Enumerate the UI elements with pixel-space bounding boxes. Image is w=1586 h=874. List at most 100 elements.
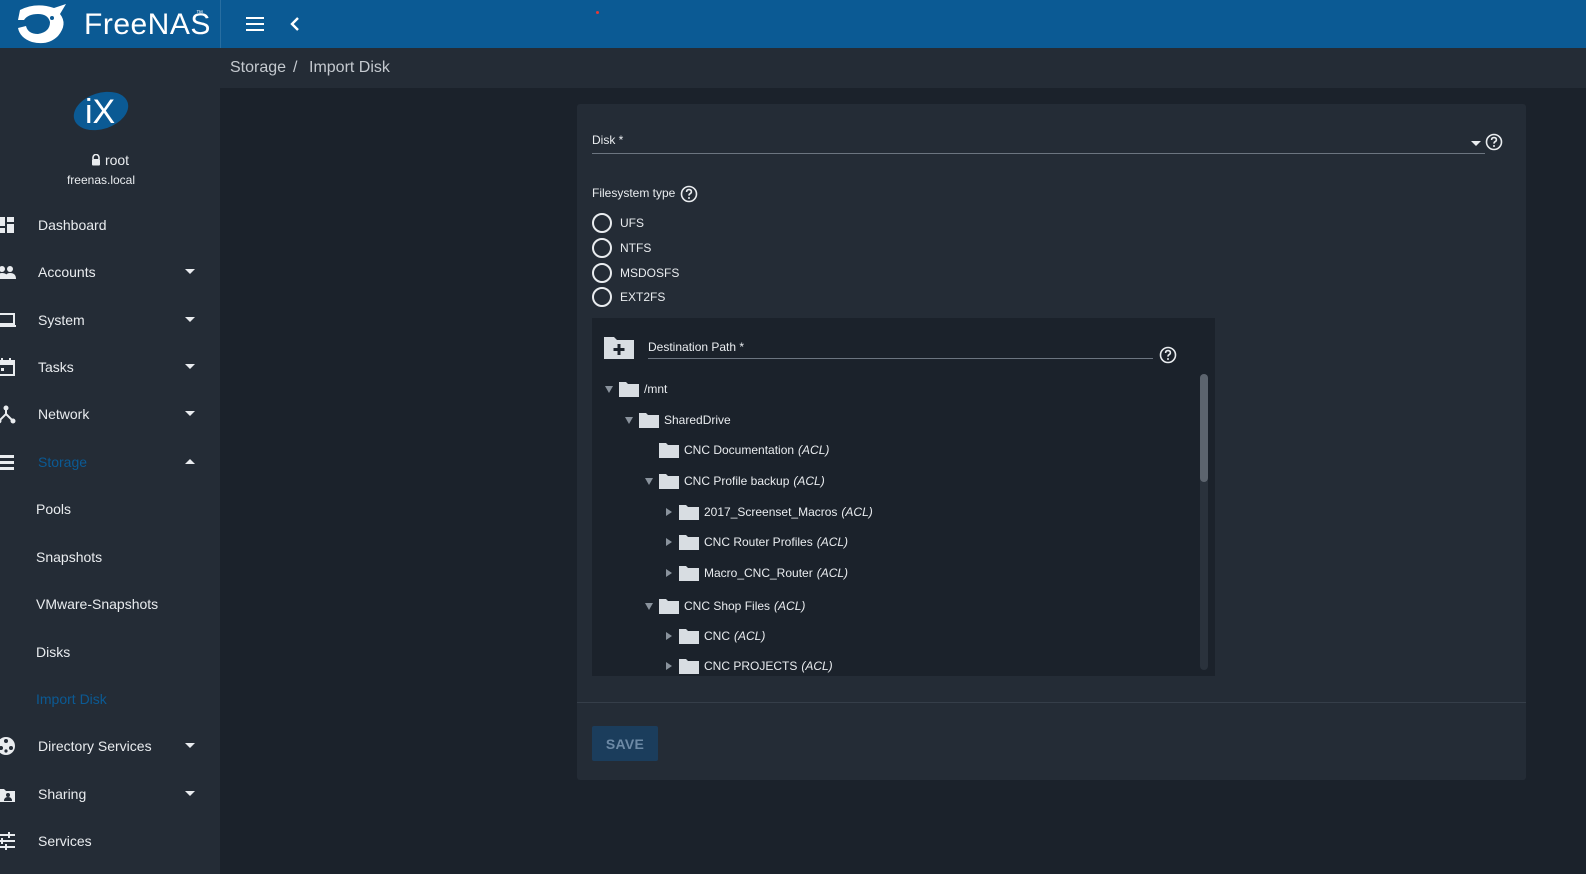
nav-import-disk-label: Import Disk (36, 691, 107, 707)
folder-icon (659, 443, 679, 458)
folder-icon (659, 474, 679, 489)
radio-circle[interactable] (592, 238, 612, 258)
disk-select[interactable] (592, 153, 1485, 154)
tree-node-name: SharedDrive (664, 413, 731, 427)
notification-dot (596, 11, 599, 14)
sliders-icon (0, 832, 15, 850)
nav-storage-label: Storage (38, 454, 88, 470)
create-folder-icon[interactable] (603, 334, 635, 360)
folder-icon (679, 566, 699, 581)
nav-system[interactable]: System (0, 300, 220, 340)
tree-node-cnc-documentation[interactable]: CNC Documentation (ACL) (645, 439, 829, 461)
help-icon[interactable] (1159, 346, 1177, 364)
radio-msdosfs[interactable]: MSDOSFS (592, 262, 679, 284)
scrollbar-thumb[interactable] (1200, 374, 1208, 482)
folder-icon (659, 599, 679, 614)
nav-import-disk[interactable]: Import Disk (0, 679, 220, 719)
radio-ext2fs[interactable]: EXT2FS (592, 286, 665, 308)
tree-scrollbar[interactable] (1200, 374, 1208, 670)
tree-node-mnt[interactable]: /mnt (605, 378, 667, 400)
destination-path-input[interactable] (648, 358, 1153, 359)
tree-node-name: CNC (704, 629, 730, 643)
chevron-down-icon (185, 364, 195, 369)
people-icon (0, 266, 16, 279)
chevron-down-icon (185, 269, 195, 274)
lock-icon (91, 154, 100, 166)
tree-node-cnc-router-profiles[interactable]: CNC Router Profiles (ACL) (665, 531, 848, 553)
freenas-logo[interactable]: FreeNAS ™ (14, 2, 210, 46)
chevron-down-icon (185, 743, 195, 748)
tree-node-2017-screenset-macros[interactable]: 2017_Screenset_Macros (ACL) (665, 501, 873, 523)
topbar-divider (220, 0, 221, 48)
nav-sharing[interactable]: Sharing (0, 774, 220, 814)
tree-node-name: CNC PROJECTS (704, 659, 798, 673)
tree-node-name: 2017_Screenset_Macros (704, 505, 838, 519)
nav-sharing-label: Sharing (38, 786, 87, 802)
ix-avatar-icon[interactable]: iX (72, 88, 130, 132)
nav-directory-services-label: Directory Services (38, 738, 152, 754)
import-disk-card: Disk * Filesystem type UFS NTFS MSDOSFS … (577, 104, 1526, 780)
nav-snapshots[interactable]: Snapshots (0, 537, 220, 577)
acl-tag: (ACL) (798, 443, 830, 457)
folder-icon (619, 382, 639, 397)
expand-toggle-icon[interactable] (605, 385, 613, 393)
network-icon (0, 405, 16, 424)
nav-services[interactable]: Services (0, 821, 220, 861)
expand-toggle-icon[interactable] (666, 508, 672, 516)
expand-toggle-icon[interactable] (645, 602, 653, 610)
tree-node-cnc-shop-files[interactable]: CNC Shop Files (ACL) (645, 595, 805, 617)
hamburger-icon (246, 17, 264, 31)
radio-circle[interactable] (592, 287, 612, 307)
storage-icon (0, 455, 14, 470)
nav-pools[interactable]: Pools (0, 489, 220, 529)
chevron-down-icon (185, 791, 195, 796)
radio-ufs[interactable]: UFS (592, 212, 644, 234)
tree-node-cnc[interactable]: CNC (ACL) (665, 625, 765, 647)
help-icon[interactable] (1485, 133, 1503, 151)
expand-toggle-icon[interactable] (666, 662, 672, 670)
app-name: FreeNAS (84, 8, 211, 41)
collapse-sidebar-button[interactable] (284, 12, 308, 36)
tree-node-cnc-profile-backup[interactable]: CNC Profile backup (ACL) (645, 470, 825, 492)
avatar-text: iX (85, 93, 115, 131)
acl-tag: (ACL) (816, 566, 849, 580)
nav-directory-services[interactable]: Directory Services (0, 726, 220, 766)
laptop-icon (0, 313, 16, 327)
radio-circle[interactable] (592, 263, 612, 283)
radio-msdosfs-label: MSDOSFS (620, 266, 680, 280)
tree-node-name: CNC Router Profiles (704, 535, 813, 549)
save-button[interactable]: SAVE (592, 726, 658, 761)
nav-storage[interactable]: Storage (0, 442, 220, 482)
breadcrumb-current: Import Disk (309, 59, 390, 76)
menu-toggle-button[interactable] (244, 12, 268, 36)
radio-ntfs-label: NTFS (620, 241, 652, 255)
nav-accounts[interactable]: Accounts (0, 252, 220, 292)
chevron-left-icon (290, 17, 299, 31)
nav-dashboard[interactable]: Dashboard (0, 205, 220, 245)
shark-logo-icon (18, 4, 66, 44)
tree-node-name: /mnt (644, 382, 668, 396)
nav-disks[interactable]: Disks (0, 632, 220, 672)
help-icon[interactable] (680, 185, 698, 203)
directory-icon (0, 737, 15, 755)
expand-toggle-icon[interactable] (666, 569, 672, 577)
user-name: root (0, 152, 220, 168)
expand-toggle-icon[interactable] (625, 416, 633, 424)
nav-tasks[interactable]: Tasks (0, 347, 220, 387)
nav-network[interactable]: Network (0, 394, 220, 434)
breadcrumb-storage[interactable]: Storage (230, 59, 286, 77)
tree-node-macro-cnc-router[interactable]: Macro_CNC_Router (ACL) (665, 562, 848, 584)
expand-toggle-icon[interactable] (666, 538, 672, 546)
radio-ntfs[interactable]: NTFS (592, 237, 651, 259)
expand-toggle-icon[interactable] (645, 477, 653, 485)
nav-vmware-snapshots[interactable]: VMware-Snapshots (0, 584, 220, 624)
tree-node-cnc-projects[interactable]: CNC PROJECTS (ACL) (665, 655, 833, 676)
expand-toggle-icon[interactable] (666, 632, 672, 640)
tree-node-shareddrive[interactable]: SharedDrive (625, 409, 731, 431)
sidebar: iX root freenas.local Dashboard Accounts… (0, 48, 220, 874)
folder-icon (679, 659, 699, 674)
folder-icon (679, 629, 699, 644)
radio-circle[interactable] (592, 213, 612, 233)
nav-disks-label: Disks (36, 644, 71, 660)
dropdown-arrow-icon[interactable] (1471, 141, 1481, 146)
